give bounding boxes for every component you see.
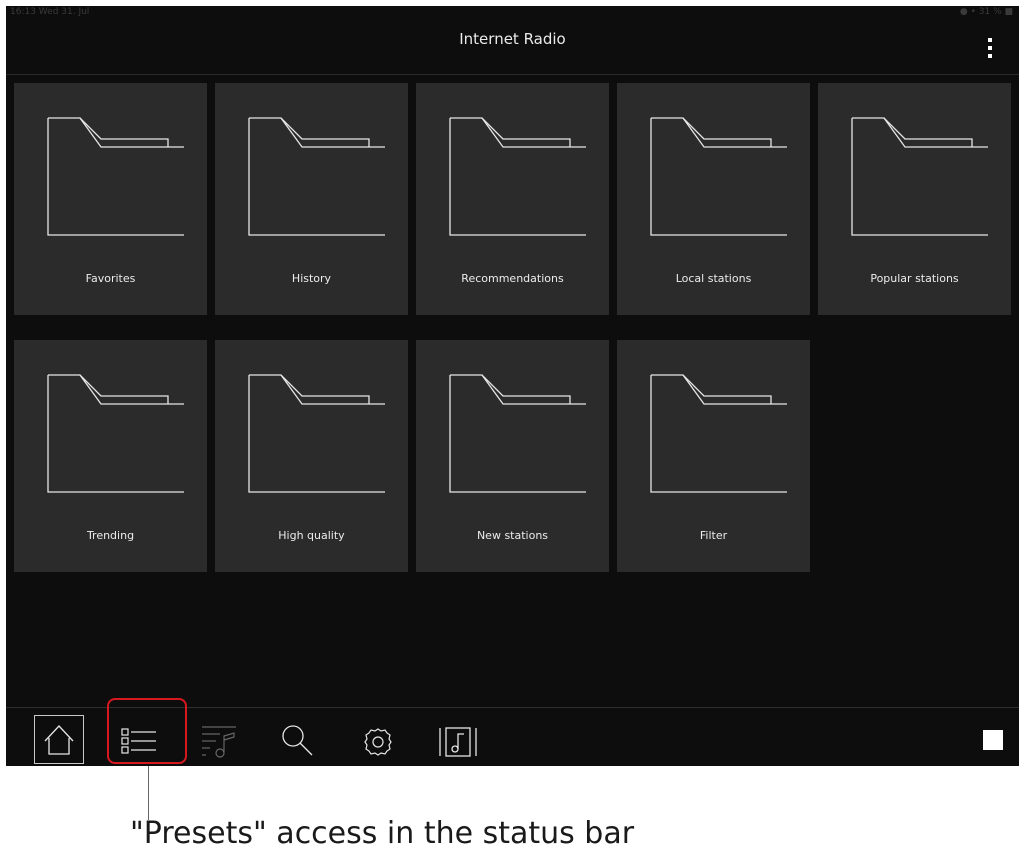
settings-icon [364, 728, 392, 756]
app-bar: Internet Radio [6, 20, 1019, 75]
tile-label: History [291, 272, 332, 285]
queue-icon [202, 726, 236, 758]
now-playing-icon [439, 727, 477, 757]
tile-label: Popular stations [870, 272, 959, 285]
tile-label: Local stations [675, 272, 752, 285]
status-indicators: ● • 31 % ■ [959, 7, 1013, 17]
presets-highlight [107, 698, 187, 764]
folder-icon [47, 374, 184, 493]
tile-history[interactable]: History [215, 83, 408, 315]
tile-popular-stations[interactable]: Popular stations [818, 83, 1011, 315]
folder-icon [650, 374, 787, 493]
more-vertical-icon[interactable] [983, 32, 997, 64]
tile-filter[interactable]: Filter [617, 340, 810, 572]
stop-icon[interactable] [983, 730, 1003, 750]
folder-icon [47, 117, 184, 236]
tile-local-stations[interactable]: Local stations [617, 83, 810, 315]
search-button[interactable] [276, 716, 326, 766]
tile-trending[interactable]: Trending [14, 340, 207, 572]
tile-label: Filter [699, 529, 728, 542]
folder-icon [248, 117, 385, 236]
search-icon [282, 725, 313, 756]
status-time-date: 16:13 Wed 31. Jul [10, 7, 90, 17]
folder-icon [248, 374, 385, 493]
app-screen: 16:13 Wed 31. Jul ● • 31 % ■ Internet Ra… [6, 6, 1019, 766]
home-icon [44, 725, 74, 755]
tile-high-quality[interactable]: High quality [215, 340, 408, 572]
tile-label: Recommendations [461, 272, 564, 285]
callout-line [148, 766, 149, 820]
tile-label: Trending [86, 529, 135, 542]
tile-label: Favorites [85, 272, 136, 285]
settings-button[interactable] [356, 716, 406, 766]
tile-new-stations[interactable]: New stations [416, 340, 609, 572]
annotation-caption: "Presets" access in the status bar [130, 816, 635, 851]
folder-icon [449, 117, 586, 236]
folder-icon [449, 374, 586, 493]
tile-favorites[interactable]: Favorites [14, 83, 207, 315]
home-button[interactable] [34, 715, 84, 764]
system-status-bar: 16:13 Wed 31. Jul ● • 31 % ■ [6, 6, 1019, 20]
folder-icon [650, 117, 787, 236]
tile-recommendations[interactable]: Recommendations [416, 83, 609, 315]
page-title: Internet Radio [459, 30, 566, 48]
tile-label: New stations [476, 529, 549, 542]
now-playing-button[interactable] [436, 716, 486, 766]
folder-icon [851, 117, 988, 236]
tile-label: High quality [278, 529, 345, 542]
queue-button[interactable] [196, 716, 246, 766]
